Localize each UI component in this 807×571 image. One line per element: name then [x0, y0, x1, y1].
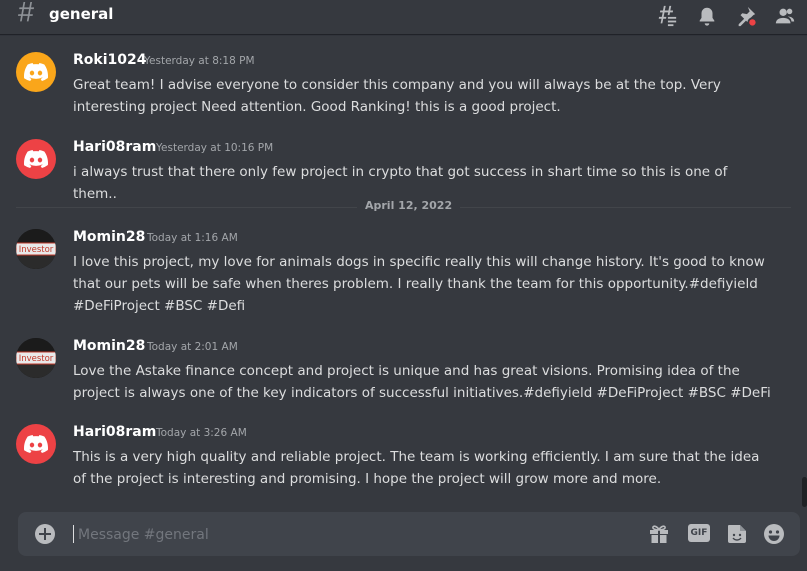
svg-text:Investor: Investor	[19, 354, 54, 364]
timestamp: Yesterday at 8:18 PM	[144, 55, 255, 67]
sticker-icon[interactable]	[725, 522, 749, 546]
timestamp: Today at 3:26 AM	[156, 427, 247, 439]
svg-text:Investor: Investor	[19, 245, 54, 255]
message-composer: GIF	[18, 512, 800, 556]
member-list-icon[interactable]	[774, 5, 796, 27]
message-content: Great team! I advise everyone to conside…	[73, 77, 721, 115]
scrollbar-thumb[interactable]	[802, 477, 807, 507]
discord-logo-icon	[24, 150, 48, 168]
avatar[interactable]: Investor	[16, 338, 56, 378]
gif-picker-button[interactable]: GIF	[688, 524, 710, 542]
message-input[interactable]	[76, 522, 620, 548]
timestamp: Today at 1:16 AM	[147, 232, 238, 244]
message-content: I love this project, my love for animals…	[73, 254, 765, 314]
emoji-icon[interactable]	[762, 522, 786, 546]
username[interactable]: Momin28	[73, 338, 145, 354]
notification-dot	[747, 17, 757, 27]
discord-logo-icon	[24, 63, 48, 81]
notification-bell-icon[interactable]	[696, 5, 718, 27]
message-content: This is a very high quality and reliable…	[73, 449, 760, 487]
discord-logo-icon	[24, 435, 48, 453]
timestamp: Yesterday at 10:16 PM	[156, 142, 274, 154]
username[interactable]: Momin28	[73, 229, 145, 245]
username[interactable]: Hari08ram	[73, 424, 156, 440]
avatar[interactable]	[16, 424, 56, 464]
channel-header: general	[0, 0, 807, 34]
username[interactable]: Hari08ram	[73, 139, 156, 155]
date-divider-label: April 12, 2022	[357, 199, 461, 212]
gift-icon[interactable]	[647, 522, 671, 546]
username[interactable]: Roki1024	[73, 52, 146, 68]
message-content: Love the Astake finance concept and proj…	[73, 363, 771, 401]
channel-name: general	[49, 5, 114, 23]
avatar[interactable]: Investor	[16, 229, 56, 269]
avatar[interactable]	[16, 139, 56, 179]
text-cursor	[73, 525, 74, 543]
threads-icon[interactable]	[656, 5, 678, 27]
pinned-messages-icon[interactable]	[735, 5, 757, 27]
avatar[interactable]	[16, 52, 56, 92]
channel-hash-icon	[17, 2, 35, 22]
investor-avatar-image: Investor	[16, 338, 56, 378]
timestamp: Today at 2:01 AM	[147, 341, 238, 353]
investor-avatar-image: Investor	[16, 229, 56, 269]
upload-plus-icon[interactable]	[35, 524, 55, 544]
